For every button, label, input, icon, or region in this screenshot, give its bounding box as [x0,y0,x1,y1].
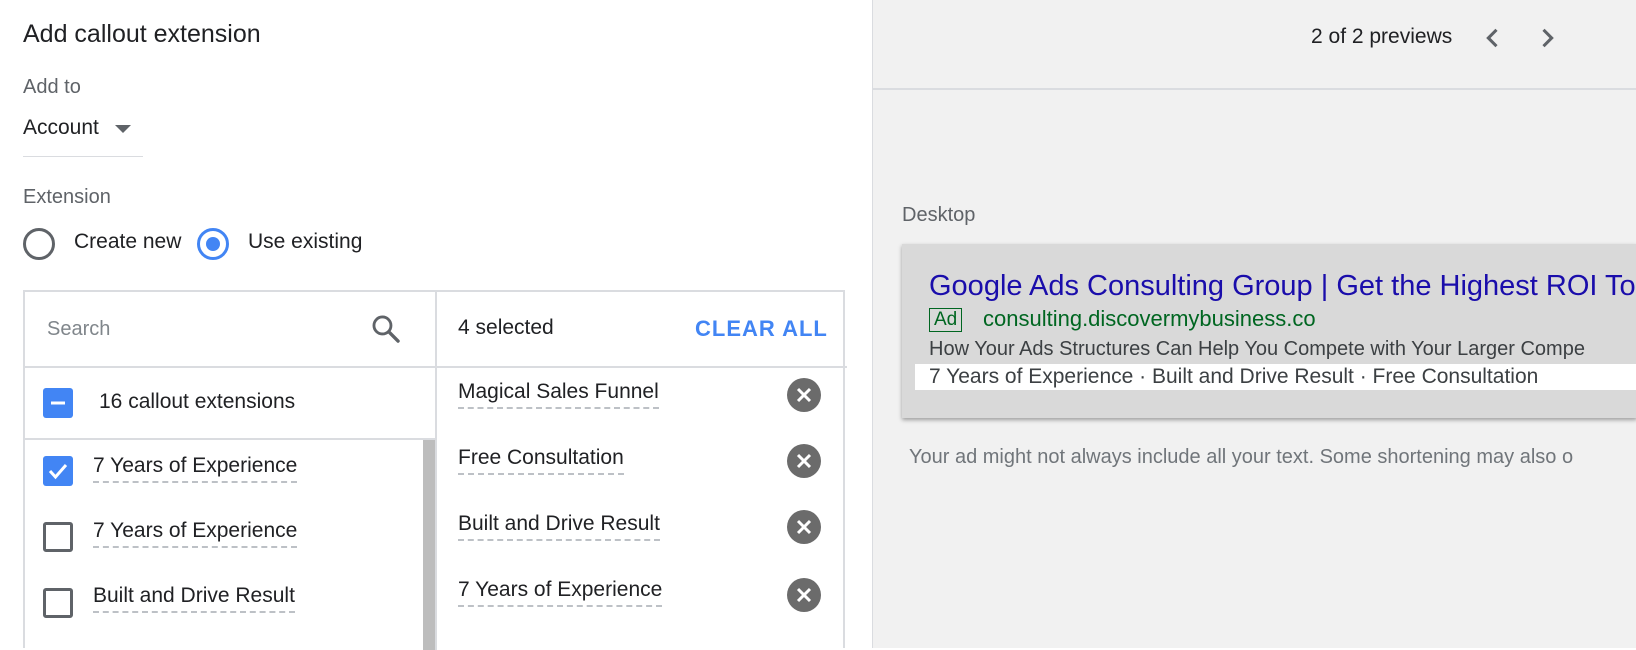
ad-callouts-text: 7 Years of Experience · Built and Drive … [929,365,1539,388]
selected-item-label: 7 Years of Experience [458,578,663,607]
add-to-dropdown[interactable]: Account [23,112,143,157]
column-divider [435,292,437,650]
remove-button[interactable] [787,378,821,412]
list-item-checkbox[interactable] [43,522,73,552]
search-input[interactable] [47,314,337,344]
list-scrollbar[interactable] [423,440,435,650]
radio-create-new-label[interactable]: Create new [74,230,181,254]
indeterminate-icon [51,401,65,405]
ad-headline: Google Ads Consulting Group | Get the Hi… [929,270,1636,302]
radio-use-existing[interactable] [197,228,229,260]
remove-button[interactable] [787,510,821,544]
ad-badge: Ad [929,308,963,332]
list-item-label[interactable]: 7 Years of Experience [93,454,298,483]
device-label: Desktop [902,204,976,226]
dialog-title: Add callout extension [23,20,261,48]
clear-all-button[interactable]: CLEAR ALL [695,316,828,342]
remove-button[interactable] [787,444,821,478]
radio-use-existing-label[interactable]: Use existing [248,230,362,254]
selected-item-label: Built and Drive Result [458,512,660,541]
list-item-checkbox[interactable] [43,456,73,486]
preview-notice: Your ad might not always include all you… [909,446,1574,468]
chevron-left-icon[interactable] [1479,24,1507,52]
remove-button[interactable] [787,578,821,612]
add-to-label: Add to [23,76,81,98]
check-icon [48,464,68,480]
caret-down-icon [115,125,131,133]
list-item-checkbox[interactable] [43,588,73,618]
preview-count: 2 of 2 previews [1311,25,1453,48]
close-icon [796,387,812,403]
master-checkbox-label: 16 callout extensions [99,390,296,413]
ad-description: How Your Ads Structures Can Help You Com… [929,338,1585,360]
close-icon [796,519,812,535]
search-icon[interactable] [369,312,403,346]
selected-item-label: Free Consultation [458,446,624,475]
chevron-right-icon[interactable] [1533,24,1561,52]
list-item-label[interactable]: Built and Drive Result [93,584,295,613]
add-to-value: Account [23,116,99,139]
ad-preview-card: Google Ads Consulting Group | Get the Hi… [902,244,1636,418]
selected-item-label: Magical Sales Funnel [458,380,659,409]
extension-label: Extension [23,186,111,208]
divider [437,366,847,368]
callout-selector-panel: 16 callout extensions 7 Years of Experie… [23,290,847,650]
divider [25,438,435,440]
preview-pane: 2 of 2 previews Desktop Google Ads Consu… [872,0,1636,648]
close-icon [796,587,812,603]
ad-display-url: consulting.discovermybusiness.co [983,306,1316,331]
dialog-left-pane: Add callout extension Add to Account Ext… [0,0,872,650]
divider [873,88,1636,90]
selected-count: 4 selected [458,316,554,339]
radio-create-new[interactable] [23,228,55,260]
ad-callouts-row: 7 Years of Experience · Built and Drive … [915,364,1636,390]
divider [25,366,435,368]
select-all-checkbox[interactable] [43,388,73,418]
close-icon [796,453,812,469]
list-item-label[interactable]: 7 Years of Experience [93,519,298,548]
